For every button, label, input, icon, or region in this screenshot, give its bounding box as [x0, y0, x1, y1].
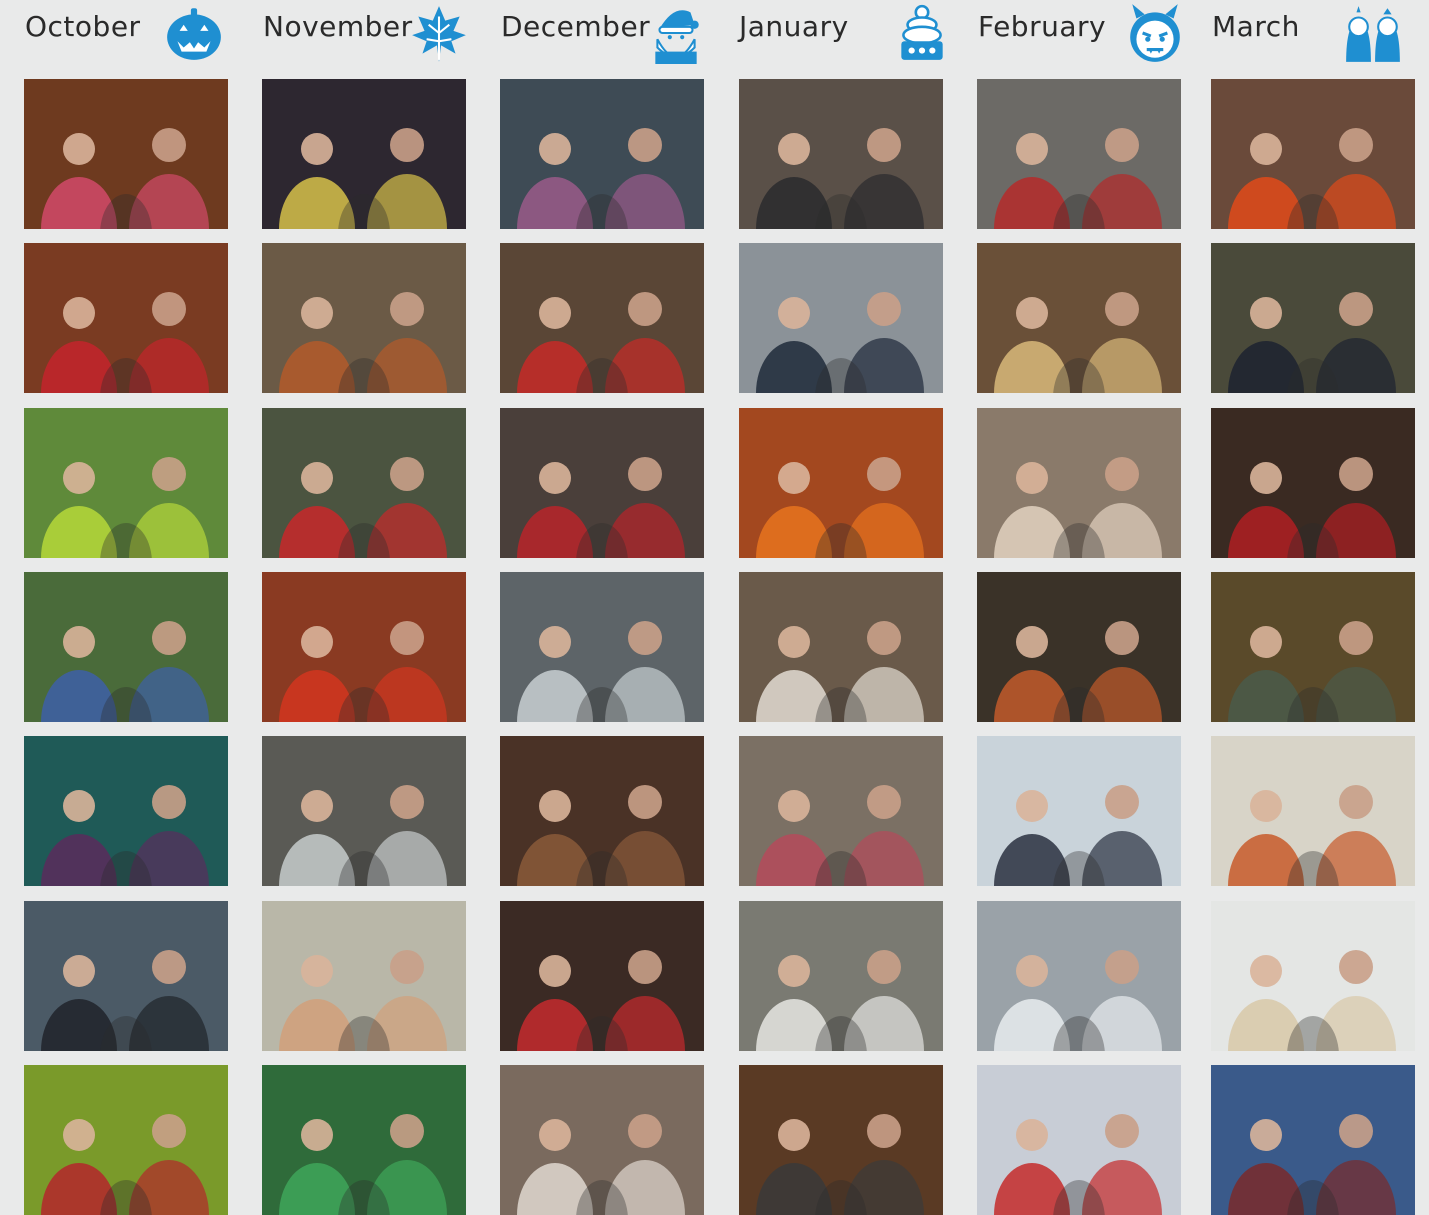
photo-friends-at-stadium: [262, 1065, 466, 1215]
photo-orange-torii-tunnel: [739, 408, 943, 558]
photo-friends-with-branches: [1211, 243, 1415, 393]
photo-group-in-snowy-park: [739, 243, 943, 393]
photo-making-mochi: [500, 901, 704, 1051]
photo-crowded-restaurant: [500, 736, 704, 886]
photo-costume-party-indoors: [24, 79, 228, 229]
photo-red-torii-gates: [262, 408, 466, 558]
month-title-october: October: [25, 10, 141, 43]
photo-hinamatsuri-tea-party: [1211, 79, 1415, 229]
photo-group-on-red-bridge-foliage: [24, 1065, 228, 1215]
photo-selfie-by-waterfall: [24, 736, 228, 886]
photo-group-at-snowy-shrine: [739, 79, 943, 229]
photo-friends-laughing-bookstore: [977, 408, 1181, 558]
photo-friends-at-dinner-party: [500, 408, 704, 558]
month-title-march: March: [1212, 10, 1300, 43]
photo-snowman-with-friends: [739, 901, 943, 1051]
photo-group-on-shrine-steps: [24, 901, 228, 1051]
photo-group-in-red-maple-park: [262, 572, 466, 722]
photo-group-posing-snow: [1211, 736, 1415, 886]
photo-snow-sculpture-festival: [977, 736, 1181, 886]
hina-dolls-icon: [1342, 2, 1404, 64]
kagami-mochi-icon: [891, 2, 953, 64]
month-title-november: November: [263, 10, 413, 43]
photo-ice-sculpture: [977, 901, 1181, 1051]
photo-group-on-bridge-autumn: [24, 572, 228, 722]
photo-photo-booth-strips: [262, 79, 466, 229]
photo-snowboarders-on-slope: [977, 1065, 1181, 1215]
photo-selfie-at-temple: [739, 1065, 943, 1215]
month-title-january: January: [739, 10, 849, 43]
photo-group-with-calligraphy: [739, 572, 943, 722]
photo-hot-pot-dinner: [500, 1065, 704, 1215]
photo-group-at-osaka-castle: [1211, 1065, 1415, 1215]
photo-friends-by-christmas-tree: [500, 243, 704, 393]
oni-demon-icon: [1124, 2, 1186, 64]
jack-o-lantern-icon: [163, 2, 225, 64]
maple-leaf-icon: [408, 2, 470, 64]
photo-heart-pose-yukata: [1211, 901, 1415, 1051]
photo-friends-with-masks: [977, 572, 1181, 722]
photo-friends-drinking-indoors: [262, 901, 466, 1051]
month-title-december: December: [501, 10, 651, 43]
photo-snowy-penguin-scene: [500, 572, 704, 722]
photo-selfie-with-oni-mask: [977, 79, 1181, 229]
photo-friends-at-footbath: [262, 736, 466, 886]
photo-giant-christmas-tree-atrium: [500, 79, 704, 229]
santa-icon: [645, 2, 707, 64]
photo-friends-in-park-rain-jacket: [24, 408, 228, 558]
photo-friends-in-yukata: [1211, 572, 1415, 722]
photo-friends-in-red-shirts: [24, 243, 228, 393]
photo-kimono-at-shrine: [739, 736, 943, 886]
photo-friends-on-sofa: [977, 243, 1181, 393]
photo-autumn-forest-path: [262, 243, 466, 393]
photo-friends-with-bento: [1211, 408, 1415, 558]
month-title-february: February: [978, 10, 1107, 43]
